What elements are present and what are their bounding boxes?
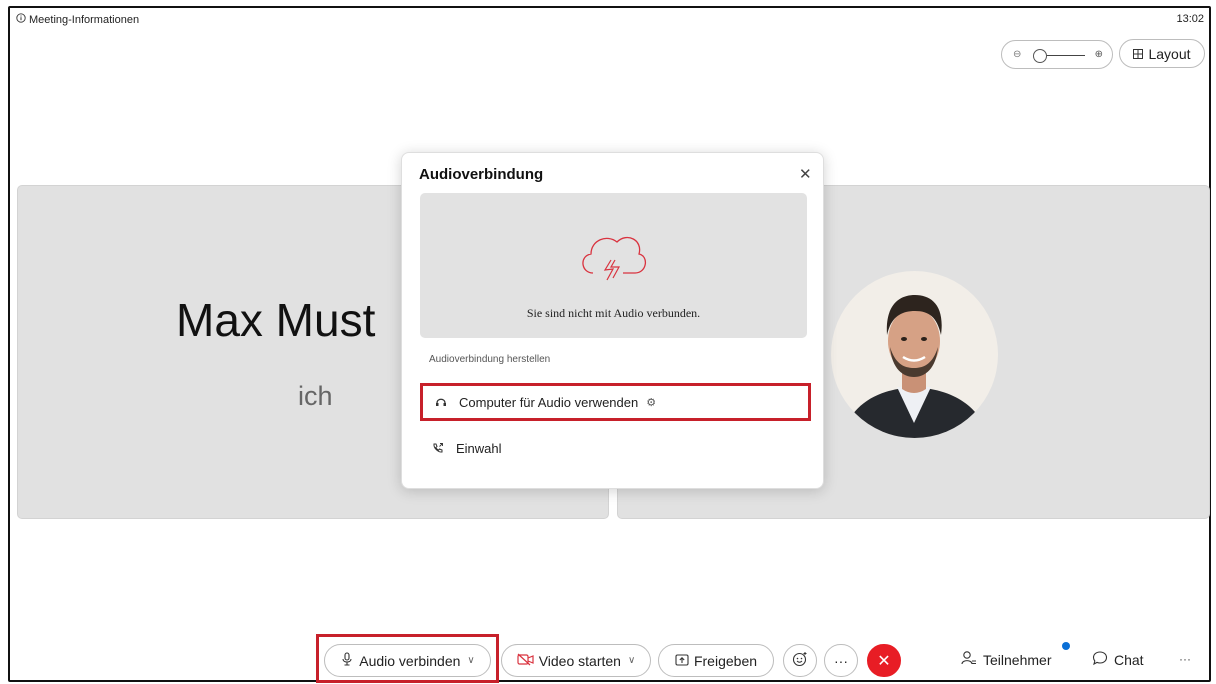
layout-label: Layout <box>1148 45 1191 62</box>
connect-audio-button[interactable]: Audio verbinden ∨ <box>324 644 491 677</box>
overflow-menu-icon[interactable]: ··· <box>1179 652 1191 666</box>
participants-label: Teilnehmer <box>983 651 1052 668</box>
video-off-icon <box>517 653 534 669</box>
close-icon[interactable]: ✕ <box>799 165 812 183</box>
phone-icon <box>420 442 456 454</box>
layout-button[interactable]: Layout <box>1119 39 1205 68</box>
section-label: Audioverbindung herstellen <box>429 354 551 365</box>
headset-icon <box>423 396 459 408</box>
leave-meeting-button[interactable]: ✕ <box>867 644 901 677</box>
cloud-warning-icon <box>582 237 646 281</box>
grid-icon <box>1133 46 1144 62</box>
participant-name: Max Must <box>176 294 376 346</box>
share-icon <box>675 653 689 669</box>
dial-in-option[interactable]: Einwahl <box>420 429 811 467</box>
clock: 13:02 <box>1176 13 1204 25</box>
chat-label: Chat <box>1114 651 1144 668</box>
computer-audio-option[interactable]: Computer für Audio verwenden ⚙ <box>420 383 811 421</box>
info-icon <box>16 13 26 26</box>
chevron-down-icon[interactable]: ∨ <box>467 655 474 666</box>
dialog-title: Audioverbindung <box>419 166 544 183</box>
start-video-button[interactable]: Video starten ∨ <box>501 644 651 677</box>
close-icon: ✕ <box>877 652 891 670</box>
gear-icon[interactable]: ⚙ <box>646 396 656 409</box>
participant-self-label: ich <box>298 381 333 411</box>
reactions-button[interactable] <box>783 644 817 677</box>
emoji-icon <box>792 651 808 670</box>
share-button[interactable]: Freigeben <box>658 644 774 677</box>
microphone-icon <box>340 652 354 669</box>
connect-audio-label: Audio verbinden <box>359 652 461 669</box>
computer-audio-label: Computer für Audio verwenden <box>459 394 639 410</box>
meeting-info-label: Meeting-Informationen <box>29 13 140 26</box>
notification-badge <box>1062 642 1070 650</box>
chevron-down-icon[interactable]: ∨ <box>628 655 635 666</box>
meeting-info-link[interactable]: Meeting-Informationen <box>16 13 139 26</box>
participants-icon <box>961 650 977 669</box>
zoom-track <box>1041 55 1085 56</box>
chat-icon <box>1092 650 1108 669</box>
share-label: Freigeben <box>693 652 758 669</box>
zoom-out-icon[interactable]: ⊖ <box>1013 49 1021 60</box>
ellipsis-icon: ··· <box>834 652 848 669</box>
zoom-in-icon[interactable]: ⊕ <box>1095 49 1103 60</box>
chat-button[interactable]: Chat <box>1092 650 1144 669</box>
avatar <box>831 271 998 438</box>
zoom-knob[interactable] <box>1033 49 1047 63</box>
participants-button[interactable]: Teilnehmer <box>961 650 1051 669</box>
audio-status-text: Sie sind nicht mit Audio verbunden. <box>526 306 701 320</box>
audio-connection-dialog: Audioverbindung ✕ Sie sind nicht mit Aud… <box>401 152 824 489</box>
start-video-label: Video starten <box>538 652 621 669</box>
more-options-button[interactable]: ··· <box>824 644 858 677</box>
zoom-slider[interactable]: ⊖ ⊕ <box>1001 40 1113 69</box>
dial-in-label: Einwahl <box>456 440 502 456</box>
audio-status-panel: Sie sind nicht mit Audio verbunden. <box>420 193 807 338</box>
